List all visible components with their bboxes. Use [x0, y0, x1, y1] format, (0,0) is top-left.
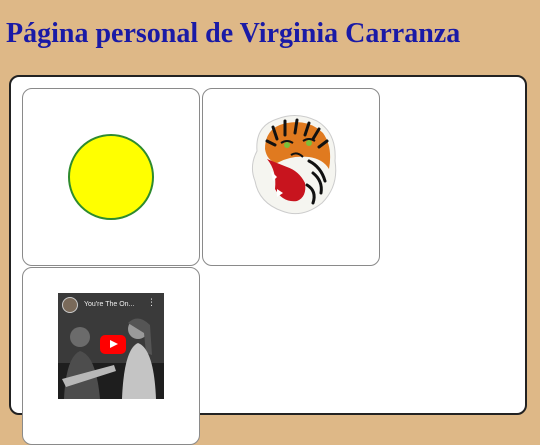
tiger-card	[202, 88, 380, 266]
vertical-dots-icon[interactable]: ⋮	[147, 299, 156, 308]
channel-avatar[interactable]	[62, 297, 78, 313]
video-title[interactable]: You're The On...	[84, 301, 134, 308]
yellow-circle	[68, 134, 154, 220]
tiger-image	[251, 115, 337, 215]
circle-card	[22, 88, 200, 266]
page-title: Página personal de Virginia Carranza	[6, 18, 461, 49]
youtube-video-embed[interactable]: You're The On... ⋮	[58, 293, 164, 399]
youtube-play-icon[interactable]	[100, 335, 126, 354]
content-panel: You're The On... ⋮	[9, 75, 527, 445]
video-card: You're The On... ⋮	[22, 267, 200, 445]
